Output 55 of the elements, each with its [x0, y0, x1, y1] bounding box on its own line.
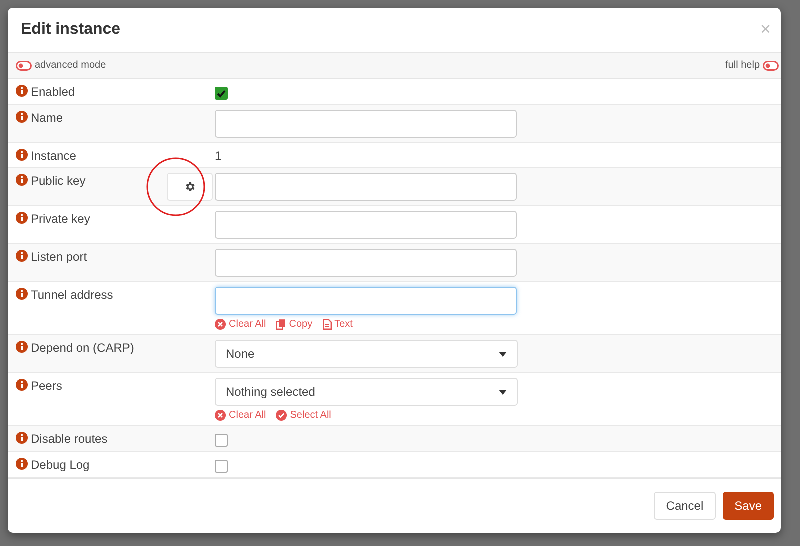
cancel-button[interactable]: Cancel — [654, 492, 716, 520]
instance-value: 1 — [215, 148, 222, 164]
caret-icon — [499, 390, 507, 395]
text-field[interactable] — [215, 249, 517, 278]
action-link[interactable]: Select All — [276, 410, 332, 422]
field-label: Private key — [31, 212, 90, 226]
info-icon — [16, 379, 28, 392]
full-help-label: full help — [726, 60, 760, 72]
field-label: Listen port — [31, 250, 88, 264]
info-icon — [16, 174, 28, 186]
toggle-switch[interactable] — [763, 60, 779, 71]
checkbox[interactable] — [215, 460, 228, 474]
select-dropdown[interactable]: None — [215, 340, 518, 368]
caret-icon — [499, 352, 507, 357]
field-label: Instance — [31, 149, 76, 164]
info-icon — [16, 111, 28, 124]
info-icon — [16, 85, 28, 98]
save-button[interactable]: Save — [722, 492, 774, 520]
field-label: Debug Log — [31, 458, 90, 472]
clear-icon — [215, 319, 226, 330]
text-field[interactable] — [215, 173, 517, 202]
action-link[interactable]: Clear All — [215, 410, 266, 422]
info-icon — [16, 288, 28, 300]
action-link[interactable]: Copy — [276, 319, 313, 330]
text-field[interactable] — [215, 287, 517, 316]
text-field[interactable] — [215, 211, 517, 240]
close-button[interactable]: × — [758, 19, 773, 40]
check-circle-icon — [276, 410, 288, 422]
info-icon — [16, 432, 28, 444]
action-link[interactable]: Text — [322, 319, 353, 330]
toggle-switch[interactable] — [16, 60, 32, 71]
checkbox[interactable] — [215, 434, 228, 448]
field-label: Peers — [31, 379, 62, 394]
clear-icon — [215, 410, 226, 422]
field-label: Name — [31, 111, 64, 126]
field-label: Enabled — [31, 85, 76, 100]
dialog-title: Edit instance — [21, 20, 121, 39]
field-label: Public key — [31, 174, 86, 188]
info-icon — [16, 341, 28, 354]
document-icon — [322, 319, 332, 330]
info-icon — [16, 212, 28, 224]
info-icon — [16, 250, 28, 262]
info-icon — [16, 458, 28, 470]
copy-icon — [276, 319, 286, 330]
field-label: Disable routes — [31, 432, 108, 446]
select-dropdown[interactable]: Nothing selected — [215, 378, 518, 406]
text-field[interactable] — [215, 110, 517, 138]
advanced-mode-label: advanced mode — [35, 60, 106, 72]
field-label: Depend on (CARP) — [31, 341, 134, 356]
gear-icon — [184, 181, 196, 194]
field-label: Tunnel address — [31, 288, 114, 302]
action-link[interactable]: Clear All — [215, 319, 266, 330]
info-icon — [16, 149, 28, 162]
generate-button[interactable] — [167, 173, 213, 202]
checkbox[interactable] — [215, 87, 228, 100]
